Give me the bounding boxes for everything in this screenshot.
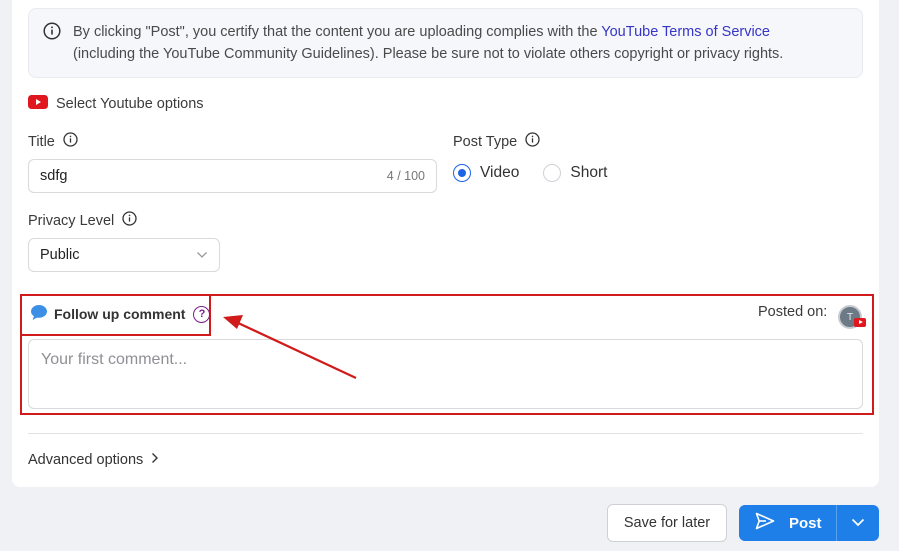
follow-up-comment-input[interactable] xyxy=(28,339,863,409)
post-type-label-row: Post Type xyxy=(453,132,540,151)
advanced-options-toggle[interactable]: Advanced options xyxy=(28,452,159,468)
youtube-logo-icon xyxy=(28,95,48,113)
title-input-value: sdfg xyxy=(40,168,68,184)
posted-on-label: Posted on: xyxy=(758,304,828,320)
notice-text-start: By clicking "Post", you certify that the… xyxy=(73,24,602,40)
send-icon xyxy=(755,512,775,534)
follow-up-comment-label: Follow up comment xyxy=(54,306,186,322)
post-button-group: Post xyxy=(739,505,879,541)
privacy-label: Privacy Level xyxy=(28,212,115,229)
scroll-gutter xyxy=(893,0,899,551)
post-options-dropdown[interactable] xyxy=(837,514,879,532)
notice-text-end: (including the YouTube Community Guideli… xyxy=(73,46,784,62)
radio-short-label: Short xyxy=(570,164,608,181)
title-info-icon[interactable] xyxy=(63,132,78,151)
radio-short-indicator[interactable] xyxy=(543,164,562,182)
youtube-options-header: Select Youtube options xyxy=(28,94,204,114)
chevron-down-icon xyxy=(851,514,865,532)
privacy-level-select[interactable]: Public xyxy=(28,238,220,272)
title-label-row: Title xyxy=(28,132,78,151)
post-button-label: Post xyxy=(789,514,822,532)
save-for-later-button[interactable]: Save for later xyxy=(607,504,727,542)
youtube-options-label: Select Youtube options xyxy=(56,96,204,112)
post-button[interactable]: Post xyxy=(739,512,836,534)
privacy-info-icon[interactable] xyxy=(122,211,137,230)
info-circle-icon xyxy=(43,22,61,47)
help-icon[interactable]: ? xyxy=(193,305,211,323)
radio-video-indicator[interactable] xyxy=(453,164,471,182)
privacy-label-row: Privacy Level xyxy=(28,211,137,230)
section-divider xyxy=(28,433,863,434)
radio-video-label: Video xyxy=(480,164,520,181)
radio-short[interactable]: Short xyxy=(543,164,607,182)
youtube-badge-icon xyxy=(854,318,866,327)
advanced-options-label: Advanced options xyxy=(28,452,144,468)
privacy-level-value: Public xyxy=(40,247,80,263)
title-label: Title xyxy=(28,133,55,150)
speech-bubble-icon xyxy=(30,304,48,324)
post-type-radio-group: Video Short xyxy=(453,164,607,182)
avatar-initial: T xyxy=(846,311,854,323)
terms-of-service-link[interactable]: YouTube Terms of Service xyxy=(601,24,770,40)
follow-up-comment-header: Follow up comment ? xyxy=(30,304,211,324)
chevron-down-icon xyxy=(196,247,208,263)
title-input[interactable]: sdfg 4 / 100 xyxy=(28,159,437,193)
post-type-label: Post Type xyxy=(453,133,518,150)
post-type-info-icon[interactable] xyxy=(525,132,540,151)
chevron-right-icon xyxy=(151,452,159,468)
terms-notice: By clicking "Post", you certify that the… xyxy=(28,8,863,78)
radio-video[interactable]: Video xyxy=(453,164,519,182)
title-char-counter: 4 / 100 xyxy=(386,169,425,183)
